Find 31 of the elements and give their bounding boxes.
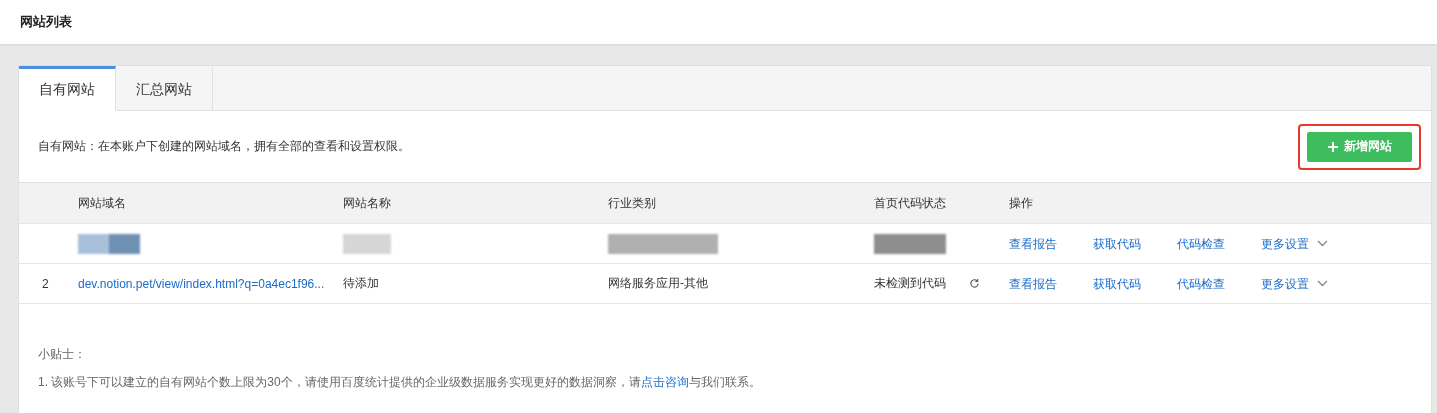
code-status: 未检测到代码 bbox=[874, 275, 946, 292]
action-link[interactable]: 更多设置 bbox=[1261, 275, 1309, 292]
industry-text: 网络服务应用-其他 bbox=[608, 275, 709, 292]
site-name: 待添加 bbox=[343, 275, 380, 292]
action-link[interactable]: 更多设置 bbox=[1261, 235, 1309, 252]
action-link[interactable]: 查看报告 bbox=[1009, 235, 1093, 252]
consult-link[interactable]: 点击咨询 bbox=[640, 375, 689, 389]
action-link[interactable]: 获取代码 bbox=[1093, 275, 1177, 292]
action-link[interactable]: 代码检查 bbox=[1177, 275, 1261, 292]
redacted-block bbox=[78, 233, 140, 254]
description-text: 自有网站：在本账户下创建的网站域名，拥有全部的查看和设置权限。 bbox=[38, 138, 410, 155]
column-header: 首页代码状态 bbox=[874, 194, 947, 212]
tips-title: 小贴士： bbox=[38, 346, 87, 363]
column-header: 网站域名 bbox=[78, 194, 127, 212]
row-index: 2 bbox=[41, 276, 50, 291]
chevron-down-icon[interactable] bbox=[1317, 240, 1328, 247]
action-link[interactable]: 查看报告 bbox=[1009, 275, 1093, 292]
column-header: 网站名称 bbox=[343, 194, 392, 212]
action-link[interactable]: 获取代码 bbox=[1093, 235, 1177, 252]
column-header: 操作 bbox=[1009, 194, 1034, 212]
column-header: 行业类别 bbox=[608, 194, 657, 212]
refresh-icon[interactable] bbox=[969, 278, 980, 289]
domain-link[interactable]: dev.notion.pet/view/index.html?q=0a4ec1f96... bbox=[78, 275, 343, 292]
action-link[interactable]: 代码检查 bbox=[1177, 235, 1261, 252]
chevron-down-icon[interactable] bbox=[1317, 280, 1328, 287]
page-title: 网站列表 bbox=[20, 13, 72, 31]
plus-icon bbox=[1327, 141, 1338, 152]
redacted-block bbox=[343, 233, 391, 254]
tip-text: 1. 该账号下可以建立的自有网站个数上限为30个，请使用百度统计提供的企业级数据服务实现更好的数据洞察，请点击咨询与我们联系。 bbox=[38, 374, 762, 391]
tab[interactable]: 自有网站 bbox=[19, 66, 116, 111]
redacted-block bbox=[874, 233, 946, 254]
